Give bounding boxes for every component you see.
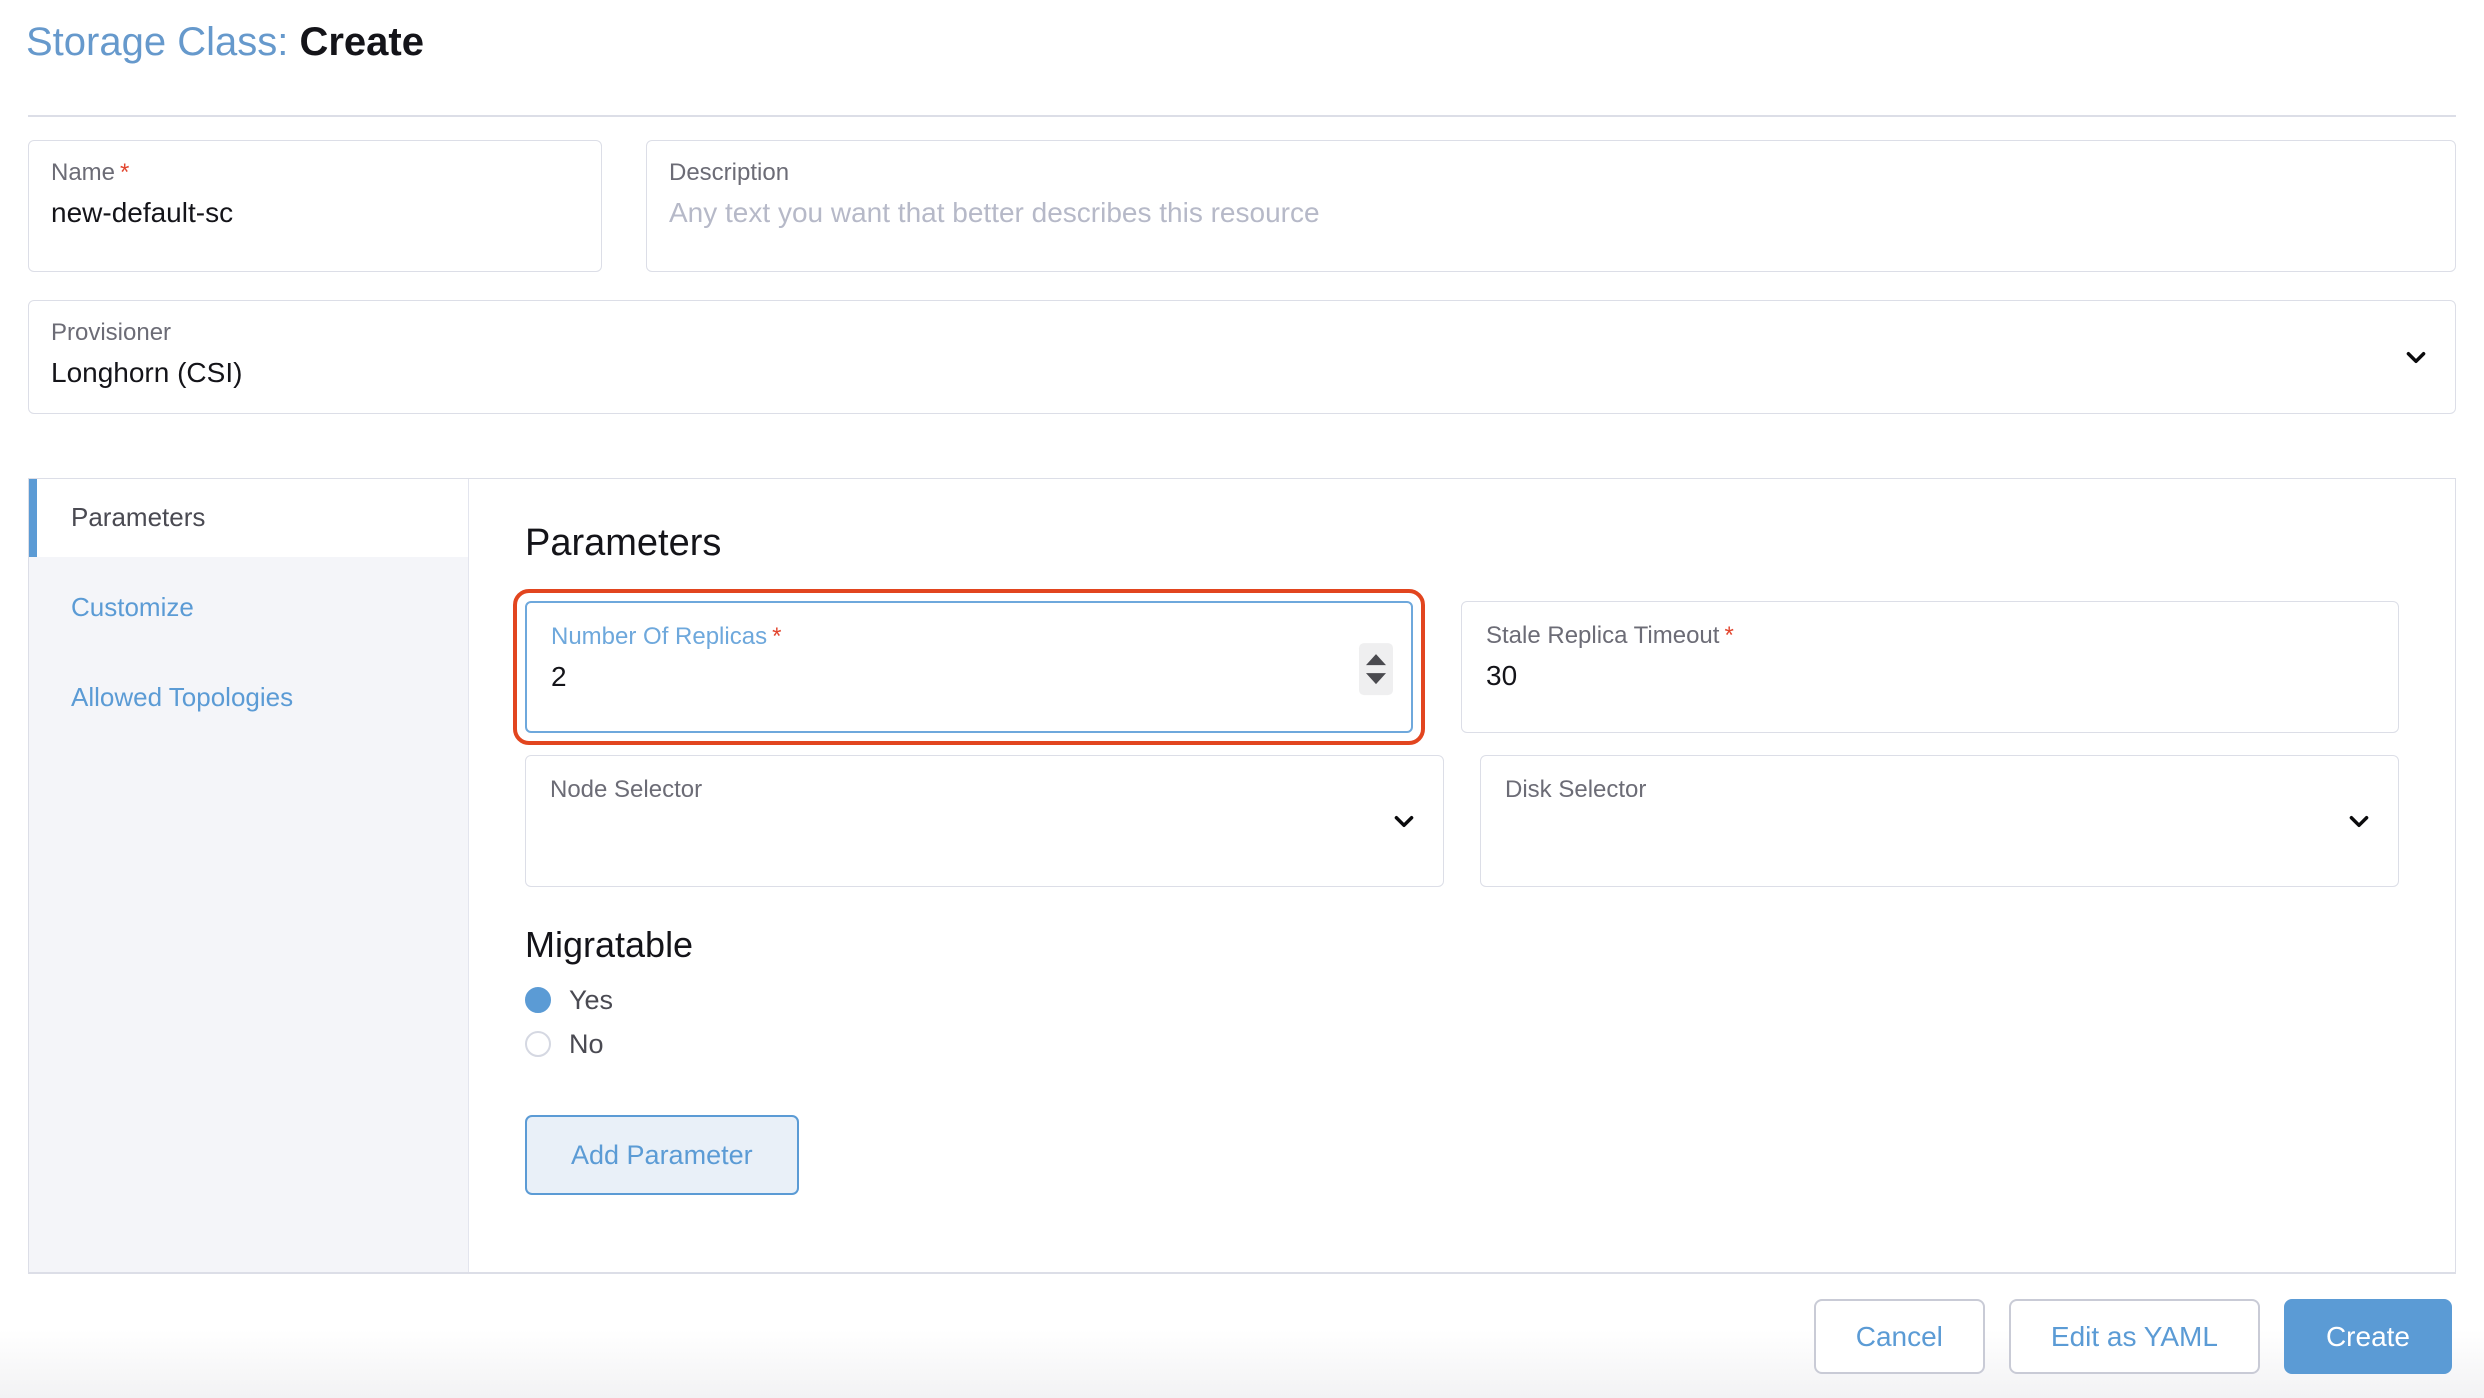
tab-customize[interactable]: Customize: [29, 569, 468, 647]
tab-allowed-topologies[interactable]: Allowed Topologies: [29, 659, 468, 737]
page-title-prefix: Storage Class:: [26, 20, 289, 64]
name-field[interactable]: Name * new-default-sc: [28, 140, 602, 272]
chevron-down-icon[interactable]: [2403, 344, 2429, 370]
migratable-option-yes-label: Yes: [569, 984, 614, 1015]
stale-replica-timeout-label-text: Stale Replica Timeout: [1486, 621, 1720, 649]
description-field-label: Description: [669, 159, 790, 186]
number-of-replicas-label-text: Number Of Replicas: [551, 622, 768, 650]
top-form-area: Name * new-default-sc Description Any tex…: [28, 140, 2456, 442]
chevron-down-icon[interactable]: [1391, 808, 1417, 834]
description-input[interactable]: Any text you want that better describes …: [669, 194, 2433, 232]
provisioner-row: Provisioner Longhorn (CSI): [28, 300, 2456, 414]
provisioner-field-label: Provisioner: [51, 319, 172, 346]
number-of-replicas-input[interactable]: 2: [551, 658, 1387, 696]
number-stepper[interactable]: [1359, 642, 1393, 695]
add-parameter-button[interactable]: Add Parameter: [525, 1114, 799, 1195]
disk-selector-field[interactable]: Disk Selector: [1480, 754, 2399, 887]
tab-allowed-topologies-label: Allowed Topologies: [71, 681, 294, 712]
migratable-title: Migratable: [525, 923, 694, 965]
number-of-replicas-field[interactable]: Number Of Replicas * 2: [525, 600, 1413, 733]
tab-panel: Parameters Customize Allowed Topologies …: [28, 478, 2456, 1274]
description-field[interactable]: Description Any text you want that bette…: [646, 140, 2456, 272]
parameters-row-2: Node Selector Disk Selector: [525, 754, 2399, 887]
page-header: Storage Class: Create: [0, 0, 2484, 96]
tab-list: Parameters Customize Allowed Topologies: [29, 479, 469, 1272]
name-input[interactable]: new-default-sc: [51, 194, 579, 232]
migratable-option-yes[interactable]: Yes: [525, 984, 2399, 1016]
section-title: Parameters: [525, 522, 722, 564]
stale-replica-timeout-input[interactable]: 30: [1486, 657, 2374, 695]
tab-content-parameters: Parameters Number Of Replicas * 2 Stale …: [469, 479, 2455, 1272]
header-divider: [28, 115, 2456, 117]
provisioner-select[interactable]: Provisioner Longhorn (CSI): [28, 300, 2456, 414]
cancel-button[interactable]: Cancel: [1813, 1298, 1985, 1374]
name-description-row: Name * new-default-sc Description Any tex…: [28, 140, 2456, 272]
stale-replica-timeout-required-asterisk: *: [1724, 621, 1734, 649]
parameters-row-1: Number Of Replicas * 2 Stale Replica Time…: [513, 588, 2399, 745]
number-of-replicas-label: Number Of Replicas *: [551, 621, 1387, 652]
tab-parameters[interactable]: Parameters: [29, 479, 468, 557]
number-of-replicas-required-asterisk: *: [772, 622, 782, 650]
create-button[interactable]: Create: [2283, 1298, 2452, 1374]
node-selector-field[interactable]: Node Selector: [525, 754, 1444, 887]
page-title-suffix: Create: [299, 20, 424, 64]
chevron-down-icon[interactable]: [2346, 808, 2372, 834]
migratable-option-no[interactable]: No: [525, 1028, 2399, 1060]
edit-as-yaml-button[interactable]: Edit as YAML: [2008, 1298, 2260, 1374]
radio-selected-icon[interactable]: [525, 986, 551, 1013]
migratable-option-no-label: No: [569, 1029, 604, 1060]
stepper-down-icon[interactable]: [1366, 672, 1386, 684]
page-title: Storage Class: Create: [26, 18, 2484, 66]
migratable-radio-group: Yes No: [525, 984, 2399, 1061]
name-required-asterisk: *: [120, 159, 130, 186]
disk-selector-label: Disk Selector: [1505, 775, 1647, 803]
stale-replica-timeout-label: Stale Replica Timeout *: [1486, 620, 2374, 651]
provisioner-value: Longhorn (CSI): [51, 357, 243, 389]
tab-parameters-label: Parameters: [71, 502, 206, 532]
node-selector-label: Node Selector: [550, 775, 703, 803]
annotation-highlight-box: Number Of Replicas * 2: [513, 588, 1425, 745]
footer-action-bar: Cancel Edit as YAML Create: [0, 1274, 2484, 1398]
name-label-text: Name: [51, 159, 116, 186]
radio-unselected-icon[interactable]: [525, 1031, 551, 1058]
stepper-up-icon[interactable]: [1366, 653, 1386, 665]
name-field-label: Name *: [51, 157, 579, 188]
tab-customize-label: Customize: [71, 591, 194, 622]
stale-replica-timeout-field[interactable]: Stale Replica Timeout * 30: [1461, 600, 2399, 733]
